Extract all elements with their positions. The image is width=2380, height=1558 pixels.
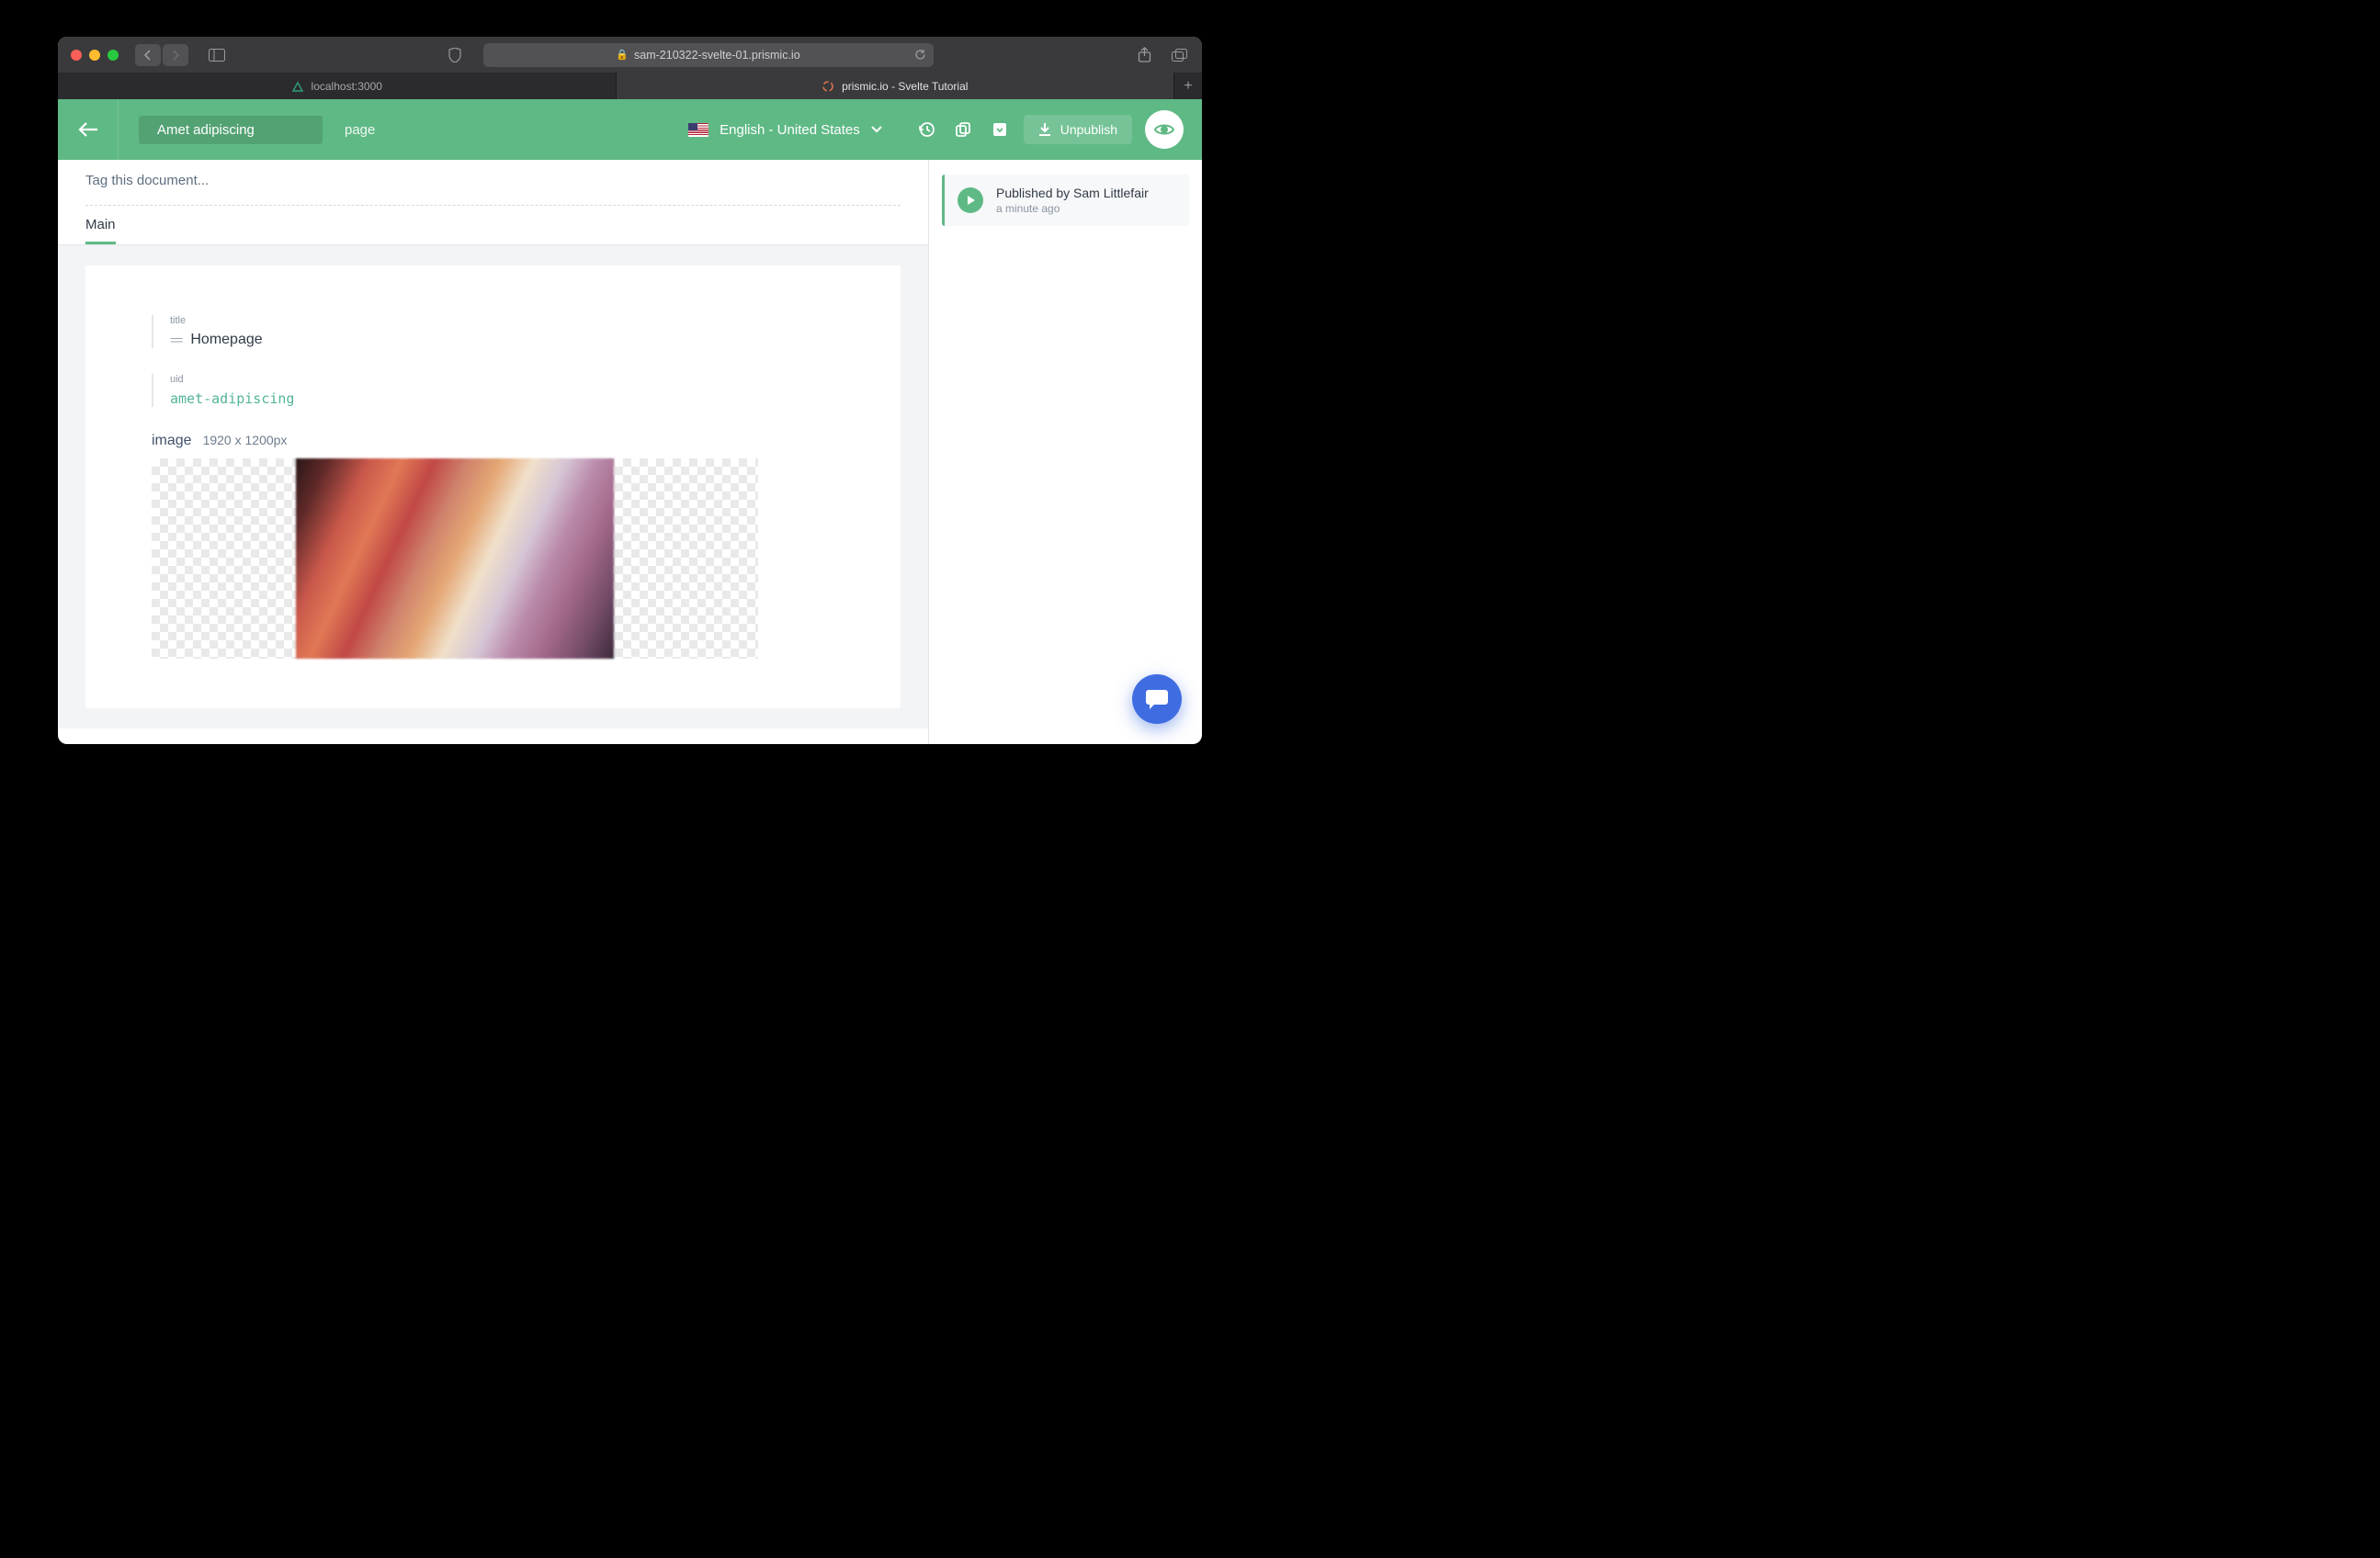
prismic-favicon-icon bbox=[822, 80, 834, 93]
status-time: a minute ago bbox=[996, 202, 1149, 215]
image-field-label: image bbox=[152, 433, 192, 449]
sidebar-toggle-icon[interactable] bbox=[203, 44, 231, 66]
field-label: title bbox=[170, 315, 834, 326]
preview-button[interactable] bbox=[1145, 110, 1184, 149]
tag-input[interactable]: Tag this document... bbox=[85, 173, 901, 188]
close-window-button[interactable] bbox=[71, 50, 82, 61]
field-label: uid bbox=[170, 374, 834, 385]
field-uid[interactable]: uid amet-adipiscing bbox=[152, 374, 834, 407]
archive-icon[interactable] bbox=[983, 113, 1016, 146]
image-preview bbox=[296, 458, 614, 659]
title-value: Homepage bbox=[190, 332, 262, 348]
eye-icon bbox=[1154, 123, 1174, 136]
app-header: Amet adipiscing page English - United St… bbox=[58, 99, 1202, 160]
download-icon bbox=[1038, 122, 1051, 137]
editor-canvas: title == Homepage uid amet-adipiscing im… bbox=[58, 245, 928, 728]
copy-icon[interactable] bbox=[946, 113, 980, 146]
forward-button[interactable] bbox=[163, 44, 188, 66]
chat-icon bbox=[1145, 688, 1169, 710]
us-flag-icon bbox=[688, 123, 708, 137]
play-icon bbox=[958, 187, 983, 213]
back-button[interactable] bbox=[135, 44, 161, 66]
browser-tab-localhost[interactable]: localhost:3000 bbox=[58, 73, 617, 99]
tab-label: localhost:3000 bbox=[312, 80, 382, 93]
status-line: Published by Sam Littlefair bbox=[996, 186, 1149, 200]
tabs-overview-icon[interactable] bbox=[1169, 47, 1189, 62]
content-tabs: Main bbox=[58, 206, 928, 245]
tab-main[interactable]: Main bbox=[85, 217, 116, 244]
uid-value: amet-adipiscing bbox=[170, 390, 834, 407]
minimize-window-button[interactable] bbox=[89, 50, 100, 61]
back-to-documents-button[interactable] bbox=[58, 99, 119, 160]
privacy-shield-icon[interactable] bbox=[441, 44, 469, 66]
browser-window: 🔒 sam-210322-svelte-01.prismic.io localh… bbox=[58, 37, 1202, 744]
document-title-input[interactable]: Amet adipiscing bbox=[139, 116, 323, 144]
unpublish-button[interactable]: Unpublish bbox=[1024, 115, 1132, 144]
tab-bar: localhost:3000 prismic.io - Svelte Tutor… bbox=[58, 73, 1202, 99]
field-title[interactable]: title == Homepage bbox=[152, 315, 834, 348]
browser-tab-prismic[interactable]: prismic.io - Svelte Tutorial bbox=[617, 73, 1175, 99]
main-column: Tag this document... Main title == Homep… bbox=[58, 160, 929, 744]
document-type-label: page bbox=[345, 122, 375, 138]
share-icon[interactable] bbox=[1134, 47, 1154, 62]
new-tab-button[interactable]: + bbox=[1174, 73, 1202, 99]
reload-icon[interactable] bbox=[914, 49, 926, 61]
nuxt-favicon-icon bbox=[291, 80, 304, 93]
richtext-icon: == bbox=[170, 333, 181, 347]
locale-selector[interactable]: English - United States bbox=[688, 122, 882, 138]
chevron-down-icon bbox=[871, 126, 882, 133]
field-image[interactable]: image 1920 x 1200px bbox=[152, 433, 834, 659]
content-area: Tag this document... Main title == Homep… bbox=[58, 160, 1202, 744]
zoom-window-button[interactable] bbox=[108, 50, 119, 61]
titlebar: 🔒 sam-210322-svelte-01.prismic.io bbox=[58, 37, 1202, 73]
address-text: sam-210322-svelte-01.prismic.io bbox=[634, 49, 800, 62]
intercom-launcher[interactable] bbox=[1132, 674, 1182, 724]
publish-status-card[interactable]: Published by Sam Littlefair a minute ago bbox=[942, 175, 1189, 226]
image-dimensions: 1920 x 1200px bbox=[203, 433, 288, 447]
tab-label: prismic.io - Svelte Tutorial bbox=[842, 80, 968, 93]
address-bar[interactable]: 🔒 sam-210322-svelte-01.prismic.io bbox=[483, 43, 934, 67]
traffic-lights bbox=[71, 50, 119, 61]
image-frame[interactable] bbox=[152, 458, 758, 659]
sidebar-column: Published by Sam Littlefair a minute ago bbox=[929, 160, 1202, 744]
history-icon[interactable] bbox=[910, 113, 943, 146]
document-card: title == Homepage uid amet-adipiscing im… bbox=[85, 265, 901, 708]
lock-icon: 🔒 bbox=[616, 49, 629, 61]
